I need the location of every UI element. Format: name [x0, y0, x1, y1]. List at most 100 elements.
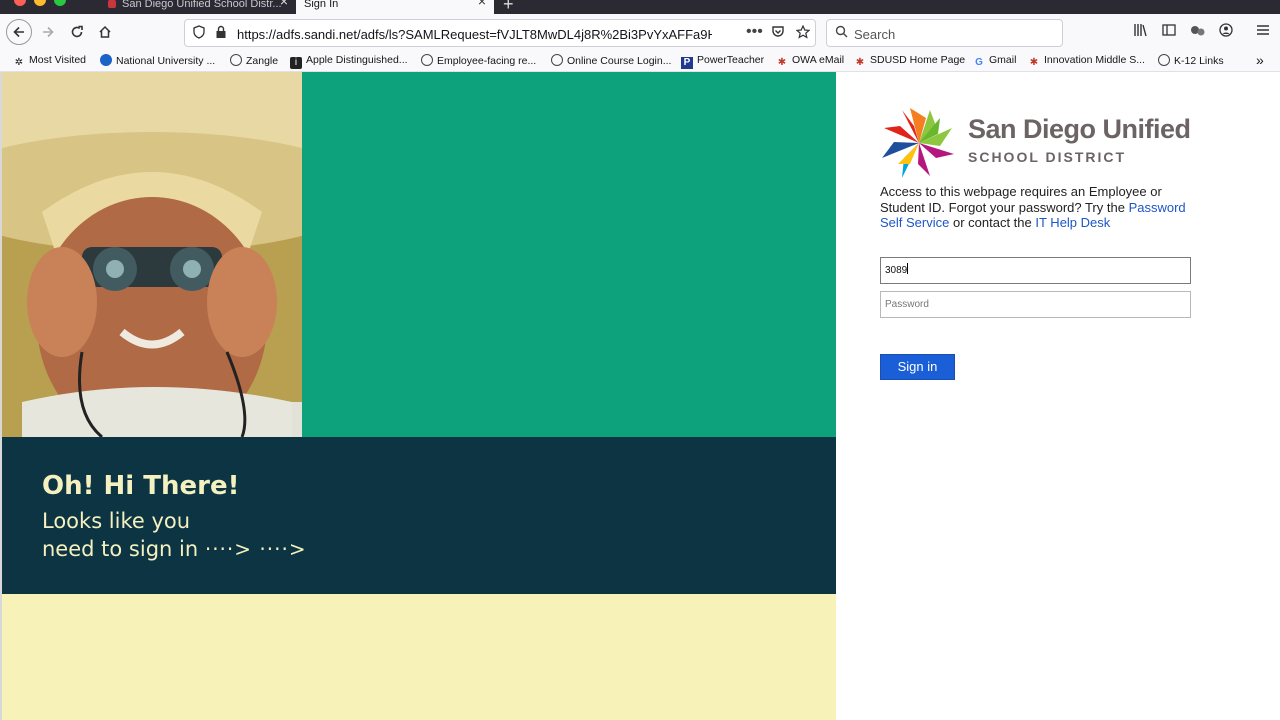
illustration-panel: Oh! Hi There! Looks like you need to sig…: [0, 72, 836, 720]
bookmark-gmail[interactable]: G Gmail: [973, 54, 1016, 69]
bookmark-label: Most Visited: [29, 54, 86, 66]
gear-icon: ✲: [14, 57, 24, 68]
greeting-line-1: Looks like you: [42, 509, 191, 533]
lock-icon[interactable]: [215, 25, 227, 42]
greeting-subtext: Looks like you need to sign in ····> ···…: [42, 507, 307, 563]
close-tab-icon[interactable]: ×: [280, 0, 288, 8]
cream-block: [2, 594, 836, 720]
page-content: Oh! Hi There! Looks like you need to sig…: [0, 72, 1280, 720]
bookmark-label: Zangle: [246, 55, 279, 67]
bookmark-label: National University ...: [116, 55, 216, 67]
reload-icon: [71, 25, 83, 38]
tab-strip: San Diego Unified School Distr... × Sign…: [0, 0, 1280, 14]
g-icon: G: [975, 57, 983, 68]
page-actions-icon[interactable]: •••: [746, 23, 763, 41]
green-banner-block: [302, 72, 836, 437]
pocket-icon[interactable]: [771, 25, 785, 42]
bookmark-label: PowerTeacher: [697, 54, 765, 66]
bookmarks-toolbar: ✲ Most Visited National University ... Za…: [0, 50, 1280, 72]
back-button[interactable]: [6, 19, 32, 45]
district-name: San Diego Unified: [968, 114, 1191, 144]
greeting-block: Oh! Hi There! Looks like you need to sig…: [2, 437, 836, 594]
forward-arrow-icon: [43, 26, 54, 38]
bookmark-label: Apple Distinguished...: [306, 54, 408, 66]
password-placeholder: Password: [885, 299, 929, 310]
star-logo-icon: ✱: [777, 57, 787, 68]
close-tab-icon[interactable]: ×: [478, 0, 486, 8]
sign-in-panel: San Diego Unified SCHOOL DISTRICT Access…: [836, 72, 1280, 720]
tab-sdusd[interactable]: San Diego Unified School Distr... ×: [100, 0, 296, 14]
tab-label: San Diego Unified School Distr...: [122, 0, 282, 10]
photo-illustration: [2, 72, 302, 437]
url-bar[interactable]: https://adfs.sandi.net/adfs/ls?SAMLReque…: [184, 19, 816, 47]
new-tab-plus-icon[interactable]: +: [503, 0, 514, 15]
bookmark-label: Gmail: [989, 54, 1017, 66]
navigation-toolbar: https://adfs.sandi.net/adfs/ls?SAMLReque…: [0, 14, 1280, 50]
greeting-line-2: need to sign in: [42, 537, 199, 561]
sidebar-icon[interactable]: [1162, 23, 1176, 40]
search-placeholder: Search: [854, 27, 896, 42]
star-logo-icon: ✱: [855, 57, 865, 68]
bookmark-zangle[interactable]: Zangle: [230, 54, 278, 67]
sign-in-instructions: Access to this webpage requires an Emplo…: [880, 184, 1200, 231]
bookmark-sdusd-home[interactable]: ✱ SDUSD Home Page: [854, 54, 965, 69]
bookmark-employee-facing[interactable]: Employee-facing re...: [421, 54, 536, 67]
text-cursor: [907, 263, 909, 274]
dotted-arrows-icon: ····> ····>: [204, 537, 307, 561]
greeting-headline: Oh! Hi There!: [42, 471, 240, 501]
bookmark-apple-distinguished[interactable]: i Apple Distinguished...: [290, 54, 408, 69]
search-icon: [835, 25, 848, 41]
district-subtitle: SCHOOL DISTRICT: [968, 149, 1127, 165]
bookmark-national-university[interactable]: National University ...: [100, 54, 215, 67]
bookmark-online-course-login[interactable]: Online Course Login...: [551, 54, 671, 67]
extensions-icon[interactable]: [1190, 23, 1206, 40]
home-icon: [99, 25, 111, 38]
minimize-window-button[interactable]: [34, 0, 46, 6]
tab-sign-in[interactable]: Sign In ×: [296, 0, 494, 14]
sdusd-favicon-icon: [108, 0, 116, 8]
bookmark-k12-links[interactable]: K-12 Links: [1158, 54, 1224, 67]
globe-icon: [421, 54, 433, 66]
menu-hamburger-icon[interactable]: [1256, 23, 1270, 39]
globe-icon: [551, 54, 563, 66]
username-value: 3089: [885, 265, 908, 276]
bookmark-innovation-middle[interactable]: ✱ Innovation Middle S...: [1028, 54, 1145, 69]
nu-icon: [100, 54, 112, 66]
bookmark-label: Employee-facing re...: [437, 55, 537, 67]
star-logo-icon: ✱: [1029, 57, 1039, 68]
bookmark-label: K-12 Links: [1174, 55, 1224, 67]
account-icon[interactable]: [1219, 23, 1233, 40]
back-arrow-icon: [13, 26, 24, 38]
it-help-desk-link[interactable]: IT Help Desk: [1035, 215, 1110, 230]
bookmark-owa-email[interactable]: ✱ OWA eMail: [776, 54, 844, 69]
tab-label: Sign In: [304, 0, 339, 10]
bookmark-most-visited[interactable]: ✲ Most Visited: [13, 54, 86, 69]
bookmark-star-icon[interactable]: [795, 24, 811, 42]
intro-text-2: or contact the: [949, 215, 1036, 230]
library-icon[interactable]: [1133, 23, 1149, 40]
bookmark-label: Innovation Middle S...: [1044, 54, 1145, 66]
bookmark-label: SDUSD Home Page: [870, 54, 966, 66]
bookmark-label: OWA eMail: [792, 54, 845, 66]
bookmarks-overflow-chevron-icon[interactable]: »: [1256, 52, 1264, 68]
password-input[interactable]: Password: [880, 291, 1191, 318]
sign-in-button[interactable]: Sign in: [880, 354, 955, 380]
sdusd-logo: San Diego Unified SCHOOL DISTRICT: [880, 106, 1200, 180]
search-bar[interactable]: Search: [826, 19, 1063, 47]
star-logo-icon: [882, 108, 954, 178]
zoom-window-button[interactable]: [54, 0, 66, 6]
bookmark-powerteacher[interactable]: P PowerTeacher: [681, 54, 764, 69]
home-button[interactable]: [93, 20, 117, 44]
close-window-button[interactable]: [14, 0, 26, 6]
apple-icon: i: [290, 57, 302, 69]
intro-text-1: Access to this webpage requires an Emplo…: [880, 184, 1162, 215]
bookmark-label: Online Course Login...: [567, 55, 672, 67]
reload-button[interactable]: [65, 20, 89, 44]
globe-icon: [1158, 54, 1170, 66]
forward-button[interactable]: [36, 20, 60, 44]
shield-icon[interactable]: [193, 25, 205, 42]
globe-icon: [230, 54, 242, 66]
p-icon: P: [681, 57, 693, 69]
child-with-binoculars-photo: [2, 72, 302, 437]
username-input[interactable]: 3089: [880, 257, 1191, 284]
